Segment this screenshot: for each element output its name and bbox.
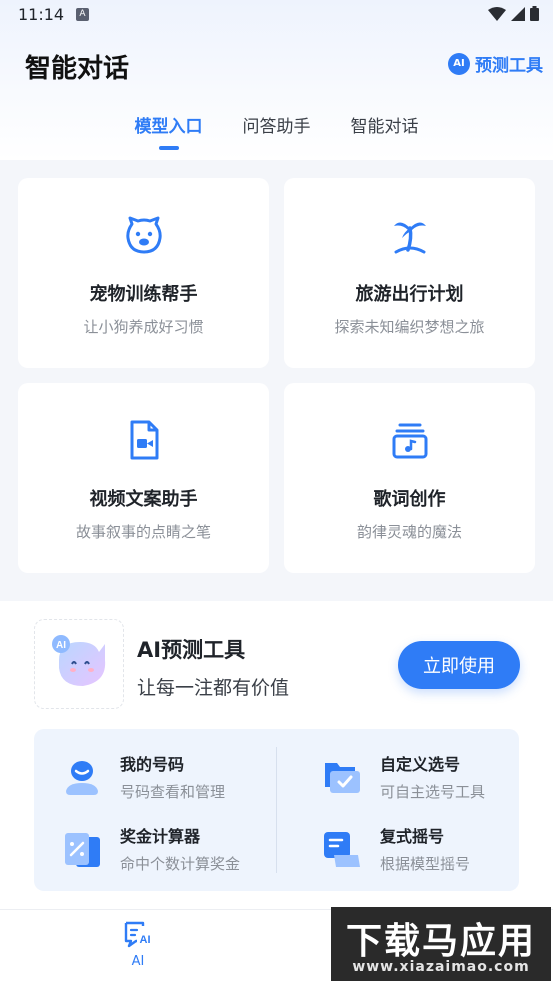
prediction-tool-label: 预测工具 (475, 56, 543, 76)
status-bar: 11:14 A (0, 0, 553, 32)
notification-icon: A (76, 8, 89, 21)
layers-doc-icon (324, 831, 360, 867)
promo-subtitle: 让每一注都有价值 (137, 677, 290, 699)
use-now-button[interactable]: 立即使用 (398, 641, 520, 689)
feature-subtitle: 可自主选号工具 (380, 783, 486, 801)
user-number-icon (66, 760, 98, 795)
status-time: 11:14 (18, 5, 65, 24)
card-title: 宠物训练帮手 (89, 284, 198, 305)
feature-grid: 我的号码 号码查看和管理 自定义选号 可自主选号工具 奖金计算器 命中个数计算奖… (34, 729, 519, 891)
tab-model-entry[interactable]: 模型入口 (135, 112, 203, 152)
prediction-tool-link[interactable]: AI 预测工具 (448, 51, 543, 76)
palm-tree-icon (393, 222, 426, 254)
watermark-title: 下载马应用 (345, 921, 536, 962)
model-cards: 宠物训练帮手 让小狗养成好习惯 旅游出行计划 探索未知编织梦想之旅 视频文案助手… (18, 178, 535, 573)
calculator-icon (65, 832, 100, 867)
ai-chat-icon: AI (124, 921, 151, 948)
page-title: 智能对话 (25, 54, 130, 84)
watermark-url: www.xiazaimao.com (352, 959, 530, 975)
watermark: 下载马应用 www.xiazaimao.com (331, 907, 551, 981)
feature-subtitle: 号码查看和管理 (120, 783, 226, 801)
feature-title: 我的号码 (120, 755, 185, 774)
feature-custom-pick[interactable]: 自定义选号 可自主选号工具 (322, 751, 485, 802)
feature-compound-draw[interactable]: 复式摇号 根据模型摇号 (322, 823, 470, 874)
dog-icon (125, 216, 162, 254)
status-icons (488, 6, 539, 21)
card-lyrics[interactable]: 歌词创作 韵律灵魂的魔法 (284, 383, 535, 573)
battery-icon (530, 6, 539, 21)
mascot-badge-text: AI (56, 640, 66, 651)
card-title: 歌词创作 (373, 489, 446, 510)
tab-smart-chat[interactable]: 智能对话 (351, 112, 419, 152)
music-box-icon (392, 423, 427, 459)
card-subtitle: 探索未知编织梦想之旅 (334, 318, 485, 336)
card-video-copy[interactable]: 视频文案助手 故事叙事的点睛之笔 (18, 383, 269, 573)
folder-check-icon (325, 762, 360, 793)
promo-title: AI预测工具 (137, 638, 246, 662)
nav-item-ai[interactable]: AI AI (118, 920, 158, 969)
card-travel-plan[interactable]: 旅游出行计划 探索未知编织梦想之旅 (284, 178, 535, 368)
promo-mascot: AI (34, 619, 124, 709)
feature-title: 复式摇号 (380, 827, 445, 846)
card-title: 旅游出行计划 (355, 284, 464, 305)
feature-subtitle: 根据模型摇号 (380, 855, 471, 873)
card-pet-training[interactable]: 宠物训练帮手 让小狗养成好习惯 (18, 178, 269, 368)
feature-prize-calculator[interactable]: 奖金计算器 命中个数计算奖金 (62, 823, 240, 874)
wifi-icon (488, 6, 506, 21)
card-title: 视频文案助手 (89, 489, 198, 510)
video-document-icon (130, 420, 158, 460)
nav-item-label: AI (131, 954, 145, 969)
feature-subtitle: 命中个数计算奖金 (120, 855, 241, 873)
card-subtitle: 让小狗养成好习惯 (83, 318, 204, 336)
nav-icon-text: AI (140, 934, 151, 946)
feature-divider (276, 747, 277, 873)
ai-badge-icon: AI (448, 52, 470, 75)
feature-my-numbers[interactable]: 我的号码 号码查看和管理 (62, 751, 225, 802)
tab-bar: 模型入口 问答助手 智能对话 (0, 112, 553, 160)
card-subtitle: 韵律灵魂的魔法 (356, 523, 462, 541)
card-subtitle: 故事叙事的点睛之笔 (75, 523, 211, 541)
feature-title: 奖金计算器 (120, 827, 201, 846)
tab-qa-assistant[interactable]: 问答助手 (243, 112, 311, 152)
feature-title: 自定义选号 (380, 755, 461, 774)
signal-icon (511, 6, 525, 21)
ai-mascot-icon: AI (52, 635, 106, 686)
